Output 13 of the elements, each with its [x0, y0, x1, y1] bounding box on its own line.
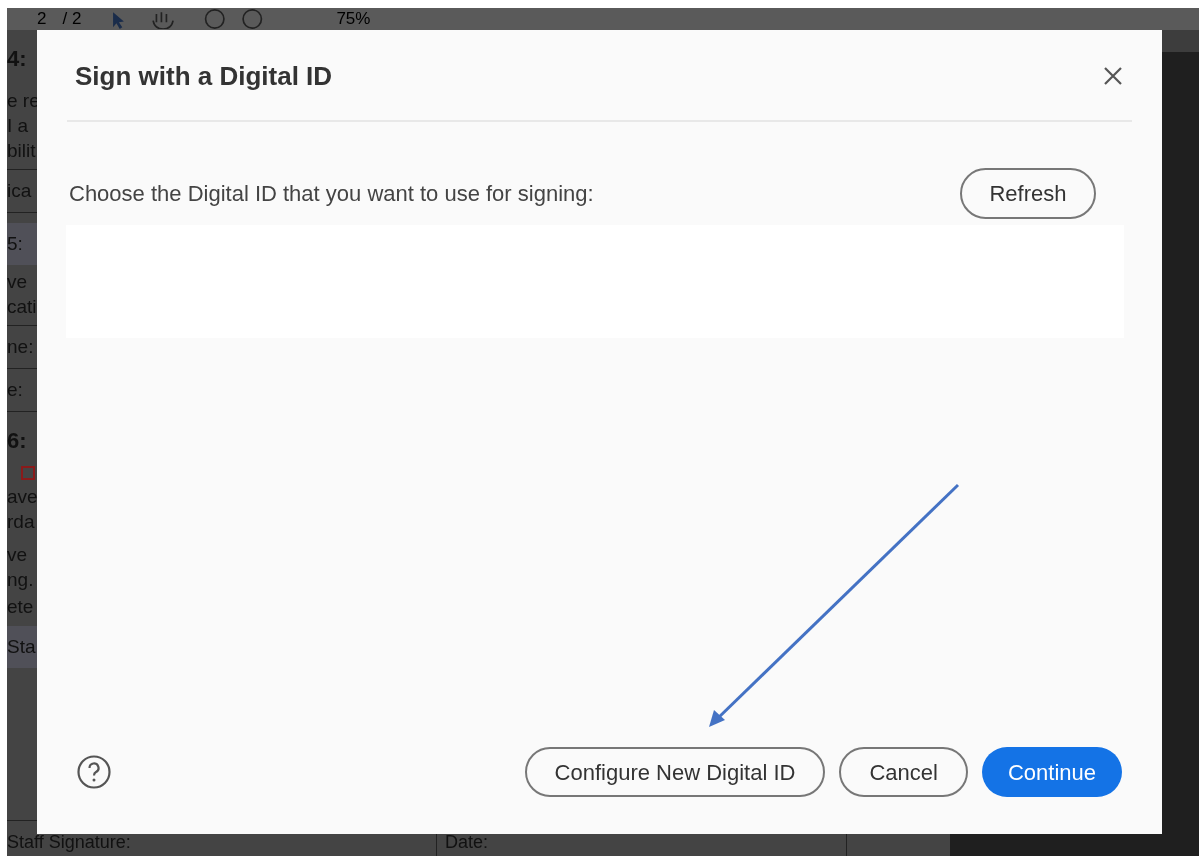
- section-heading: Sta: [7, 634, 36, 659]
- zoom-level: 75%: [336, 8, 371, 30]
- dialog-button[interactable]: Configure New Digital ID: [524, 747, 826, 797]
- dialog-button[interactable]: Cancel: [839, 747, 968, 797]
- close-icon: [1103, 66, 1123, 86]
- refresh-button[interactable]: Refresh: [960, 168, 1096, 219]
- page-count: / 2: [62, 8, 82, 30]
- help-icon[interactable]: [77, 755, 111, 789]
- page-number: 2: [37, 8, 47, 30]
- dialog-title: Sign with a Digital ID: [75, 59, 333, 93]
- section-heading: 5:: [7, 231, 23, 256]
- continue-button[interactable]: Continue: [981, 747, 1122, 797]
- prompt-text: Choose the Digital ID that you want to use for signing:: [69, 180, 594, 208]
